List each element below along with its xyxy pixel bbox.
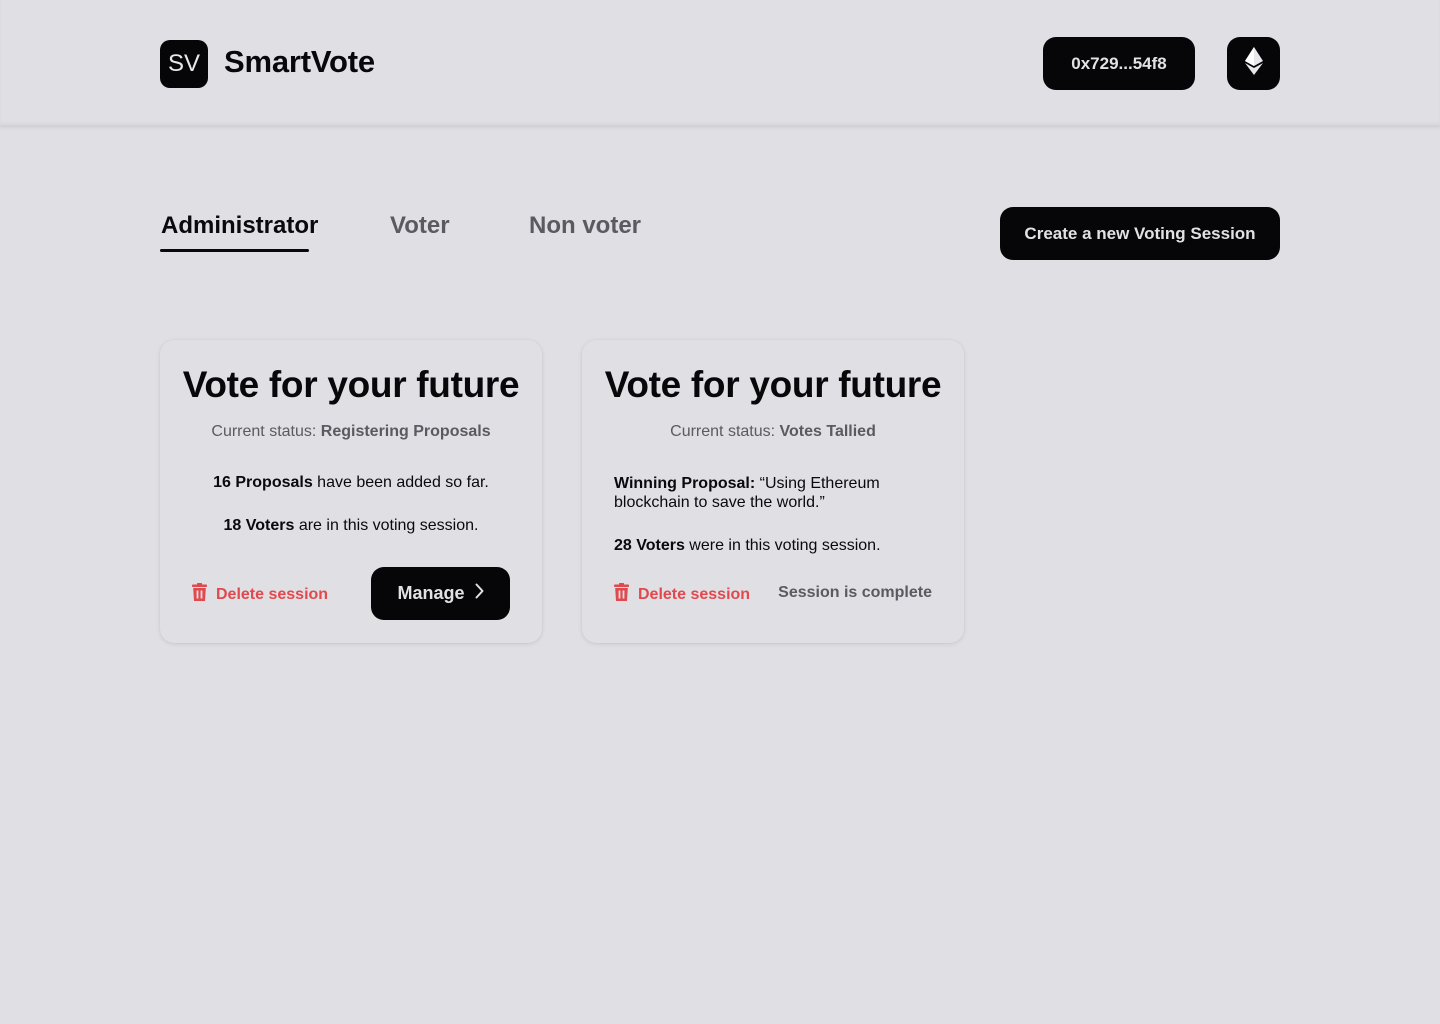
delete-session-label: Delete session xyxy=(638,585,751,603)
winning-proposal-label: Winning Proposal: xyxy=(614,475,756,492)
wallet-address: 0x729...54f8 xyxy=(1071,53,1167,73)
tab-non-voter[interactable]: Non voter xyxy=(529,212,641,240)
delete-session-label: Delete session xyxy=(216,585,329,603)
voters-count-value: 28 Voters xyxy=(614,537,685,554)
manage-button[interactable]: Manage xyxy=(371,567,510,620)
wallet-address-button[interactable]: 0x729...54f8 xyxy=(1043,37,1195,90)
brand-name: SmartVote xyxy=(224,44,375,79)
trash-icon xyxy=(192,583,207,606)
session-status: Current status: Registering Proposals xyxy=(160,423,542,441)
logo[interactable]: SV xyxy=(160,40,208,88)
session-complete-label: Session is complete xyxy=(778,584,932,601)
trash-icon xyxy=(614,583,629,606)
voters-count-text: were in this voting session. xyxy=(684,537,881,554)
network-button[interactable] xyxy=(1227,37,1280,90)
proposals-count-value: 16 Proposals xyxy=(213,474,313,491)
session-card: Vote for your future Current status: Vot… xyxy=(582,340,964,643)
voters-count: 18 Voters are in this voting session. xyxy=(160,517,542,535)
status-label: Current status: xyxy=(670,423,776,440)
tab-administrator[interactable]: Administrator xyxy=(161,212,318,240)
voters-count-value: 18 Voters xyxy=(223,517,295,534)
manage-label: Manage xyxy=(397,583,465,603)
status-label: Current status: xyxy=(211,423,317,440)
logo-text: SV xyxy=(167,50,200,77)
top-header: SV SmartVote 0x729...54f8 xyxy=(0,0,1440,126)
status-value: Votes Tallied xyxy=(779,423,876,440)
session-status: Current status: Votes Tallied xyxy=(582,423,964,441)
tab-voter[interactable]: Voter xyxy=(390,212,450,240)
create-button-label: Create a new Voting Session xyxy=(1024,223,1256,243)
session-title: Vote for your future xyxy=(182,364,520,405)
voters-count: 28 Voters were in this voting session. xyxy=(582,536,964,555)
ethereum-icon xyxy=(1244,47,1263,80)
session-card: Vote for your future Current status: Reg… xyxy=(160,340,542,643)
delete-session-button[interactable]: Delete session xyxy=(192,583,328,606)
winning-proposal: Winning Proposal: “Using Ethereum blockc… xyxy=(582,474,964,512)
active-tab-indicator xyxy=(160,249,309,252)
delete-session-button[interactable]: Delete session xyxy=(614,583,750,606)
session-title: Vote for your future xyxy=(604,364,942,405)
chevron-right-icon xyxy=(475,583,484,604)
status-value: Registering Proposals xyxy=(320,423,491,440)
create-voting-session-button[interactable]: Create a new Voting Session xyxy=(1000,207,1280,260)
proposals-count-text: have been added so far. xyxy=(312,474,489,491)
voters-count-text: are in this voting session. xyxy=(294,517,479,534)
proposals-count: 16 Proposals have been added so far. xyxy=(160,474,542,492)
